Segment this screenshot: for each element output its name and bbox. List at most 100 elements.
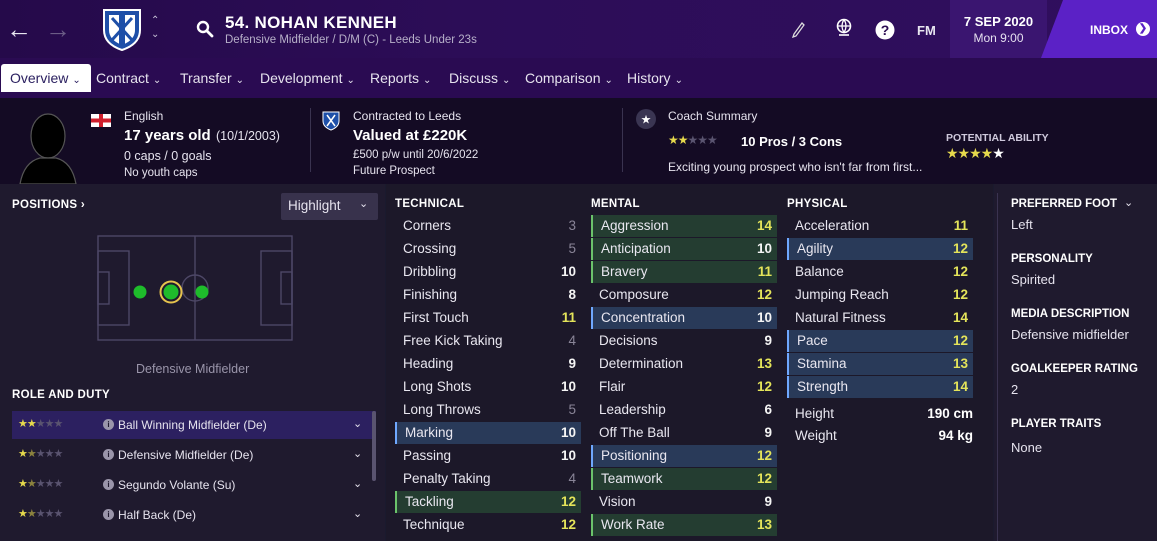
attribute-row[interactable]: Agility 12: [787, 238, 973, 260]
info-icon[interactable]: i: [103, 449, 114, 460]
club-badge-icon[interactable]: [100, 6, 144, 52]
age: 17 years old: [124, 127, 211, 144]
edit-pencil-icon[interactable]: [791, 18, 805, 41]
future-status: Future Prospect: [353, 165, 435, 177]
attribute-row[interactable]: Dribbling 10: [395, 261, 581, 283]
attribute-row[interactable]: Concentration 10: [591, 307, 777, 329]
attribute-value: 12: [952, 287, 968, 302]
attribute-value: 13: [952, 356, 968, 371]
tab-contract[interactable]: Contract ⌄: [96, 68, 161, 92]
tab-development[interactable]: Development ⌄: [260, 68, 355, 92]
role-name: Segundo Volante (Su): [118, 478, 236, 492]
chevron-down-icon: ⌄: [604, 75, 613, 86]
forward-arrow-icon[interactable]: →: [45, 14, 71, 44]
player-name: 54. NOHAN KENNEH: [225, 13, 397, 32]
club-badge-small-icon: [321, 110, 341, 135]
attribute-row[interactable]: Long Shots 10: [395, 376, 581, 398]
attribute-row[interactable]: Technique 12: [395, 514, 581, 536]
role-row[interactable]: ★★★★★ i Segundo Volante (Su) ⌄: [12, 471, 376, 499]
attribute-row[interactable]: Crossing 5: [395, 238, 581, 260]
coach-stars: ★★★★★: [668, 133, 718, 147]
attribute-row[interactable]: Heading 9: [395, 353, 581, 375]
chevron-down-icon[interactable]: ⌄: [353, 477, 362, 490]
tab-discuss[interactable]: Discuss ⌄: [449, 68, 510, 92]
help-icon[interactable]: ?: [875, 20, 895, 43]
attribute-row[interactable]: Determination 13: [591, 353, 777, 375]
info-icon[interactable]: i: [103, 419, 114, 430]
attribute-row[interactable]: Positioning 12: [591, 445, 777, 467]
attribute-row[interactable]: Finishing 8: [395, 284, 581, 306]
attribute-row[interactable]: Composure 12: [591, 284, 777, 306]
chevron-right-icon: ›: [80, 199, 85, 211]
attribute-row[interactable]: Strength 14: [787, 376, 973, 398]
positions-title[interactable]: POSITIONS ›: [12, 199, 85, 211]
attribute-row[interactable]: Free Kick Taking 4: [395, 330, 581, 352]
tab-overview[interactable]: Overview ⌄: [1, 64, 91, 92]
attribute-name: Technique: [403, 517, 465, 532]
attribute-value: 12: [756, 287, 772, 302]
globe-icon[interactable]: [835, 18, 853, 41]
attribute-value: 4: [568, 471, 576, 486]
attribute-row[interactable]: Pace 12: [787, 330, 973, 352]
roles-scrollbar[interactable]: [372, 411, 376, 481]
attribute-name: Anticipation: [601, 241, 671, 256]
pros-cons[interactable]: 10 Pros / 3 Cons: [741, 134, 842, 149]
role-row[interactable]: ★★★★★ i Defensive Midfielder (De) ⌄: [12, 441, 376, 469]
attribute-row[interactable]: Teamwork 12: [591, 468, 777, 490]
chevron-down-icon: ⌄: [502, 75, 511, 86]
attribute-value: 12: [756, 379, 772, 394]
fm-menu-button[interactable]: FM: [917, 23, 936, 38]
chevron-down-icon[interactable]: ⌄: [353, 507, 362, 520]
tab-comparison[interactable]: Comparison ⌄: [525, 68, 613, 92]
attribute-row[interactable]: Tackling 12: [395, 491, 581, 513]
highlight-dropdown[interactable]: Highlight ⌄: [281, 193, 378, 220]
attribute-row[interactable]: Off The Ball 9: [591, 422, 777, 444]
chevron-down-icon: ⌄: [359, 198, 369, 210]
attribute-row[interactable]: Bravery 11: [591, 261, 777, 283]
attribute-row[interactable]: Long Throws 5: [395, 399, 581, 421]
search-icon[interactable]: [196, 20, 214, 41]
attribute-value: 13: [756, 517, 772, 532]
attribute-row[interactable]: Marking 10: [395, 422, 581, 444]
attribute-name: Heading: [403, 356, 454, 371]
attribute-name: Concentration: [601, 310, 686, 325]
attribute-row[interactable]: Natural Fitness 14: [787, 307, 973, 329]
attribute-row[interactable]: Leadership 6: [591, 399, 777, 421]
inbox-button[interactable]: INBOX ❯: [1041, 0, 1157, 58]
role-row[interactable]: ★★★★★ i Ball Winning Midfielder (De) ⌄: [12, 411, 376, 439]
player-silhouette-icon: [18, 108, 78, 187]
attribute-name: First Touch: [403, 310, 469, 325]
player-value: Valued at £220K: [353, 127, 468, 144]
attribute-row[interactable]: Aggression 14: [591, 215, 777, 237]
attribute-row[interactable]: Flair 12: [591, 376, 777, 398]
chevron-down-icon: ⌄: [346, 75, 355, 86]
chevron-down-icon[interactable]: ⌄: [353, 447, 362, 460]
chevron-down-icon[interactable]: ⌄: [353, 417, 362, 430]
tab-transfer[interactable]: Transfer ⌄: [180, 68, 244, 92]
attribute-row[interactable]: Passing 10: [395, 445, 581, 467]
chevron-down-icon[interactable]: ⌄: [1124, 196, 1133, 209]
attribute-name: Work Rate: [601, 517, 665, 532]
info-icon[interactable]: i: [103, 509, 114, 520]
attribute-row[interactable]: Balance 12: [787, 261, 973, 283]
attribute-row[interactable]: Corners 3: [395, 215, 581, 237]
attribute-row[interactable]: Vision 9: [591, 491, 777, 513]
chevron-down-icon: ⌄: [72, 75, 81, 86]
attribute-row[interactable]: Decisions 9: [591, 330, 777, 352]
attribute-row[interactable]: First Touch 11: [395, 307, 581, 329]
player-up-down-icon[interactable]: ⌃ ⌄: [151, 14, 159, 42]
top-bar: ← → ⌃ ⌄ 54. NOHAN KENNEH Defensive Midfie…: [0, 0, 1157, 58]
attribute-row[interactable]: Stamina 13: [787, 353, 973, 375]
date-display[interactable]: 7 SEP 2020 Mon 9:00: [950, 0, 1047, 58]
tab-history[interactable]: History ⌄: [627, 68, 683, 92]
attribute-row[interactable]: Work Rate 13: [591, 514, 777, 536]
info-icon[interactable]: i: [103, 479, 114, 490]
tab-reports[interactable]: Reports ⌄: [370, 68, 431, 92]
role-row[interactable]: ★★★★★ i Half Back (De) ⌄: [12, 501, 376, 529]
attribute-row[interactable]: Jumping Reach 12: [787, 284, 973, 306]
attribute-row[interactable]: Anticipation 10: [591, 238, 777, 260]
attribute-row[interactable]: Acceleration 11: [787, 215, 973, 237]
attribute-row[interactable]: Penalty Taking 4: [395, 468, 581, 490]
back-arrow-icon[interactable]: ←: [6, 14, 32, 44]
attribute-name: Dribbling: [403, 264, 457, 279]
